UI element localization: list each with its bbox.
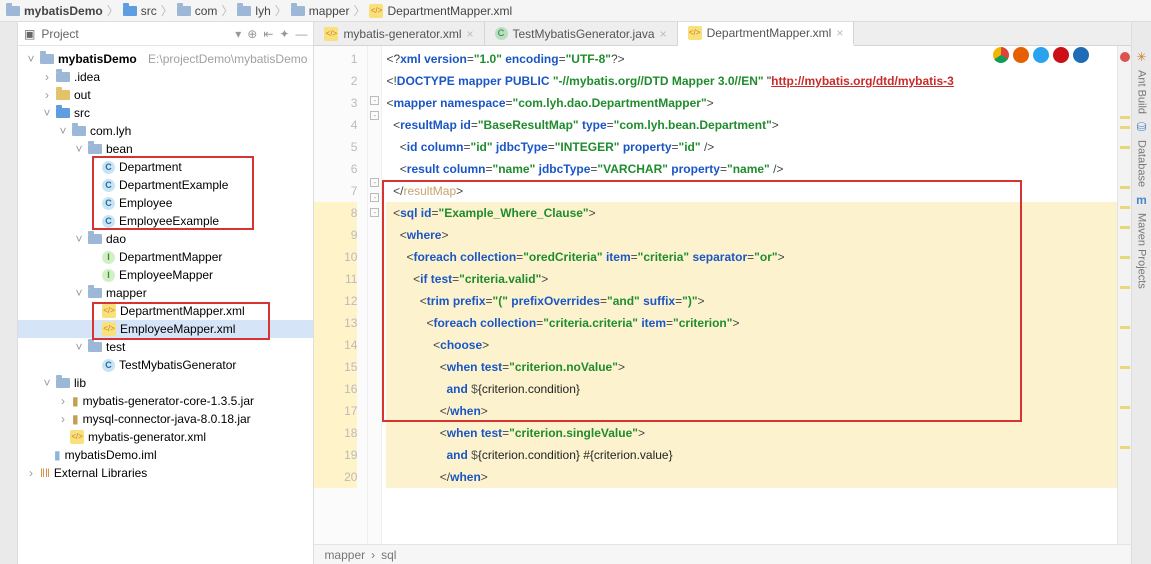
hide-icon[interactable]: — bbox=[295, 27, 307, 41]
editor-tab[interactable]: DepartmentMapper.xml× bbox=[678, 22, 855, 46]
firefox-icon[interactable] bbox=[1013, 47, 1029, 63]
tree-interface[interactable]: IEmployeeMapper bbox=[18, 266, 313, 284]
chevron-right-icon: 〉 bbox=[221, 2, 233, 19]
safari-icon[interactable] bbox=[1033, 47, 1049, 63]
collapse-icon[interactable]: ⇤ bbox=[263, 27, 273, 41]
code-editor[interactable]: 1234567 891011121314151617181920 - - - -… bbox=[314, 46, 1131, 544]
left-toolstrip[interactable] bbox=[0, 22, 18, 564]
panel-dropdown-icon[interactable]: ▾ bbox=[235, 27, 241, 41]
java-icon: C bbox=[495, 27, 508, 40]
project-panel: ▣ Project ▾ ⊕ ⇤ ✦ — ˅mybatisDemo E:\proj… bbox=[18, 22, 314, 564]
close-icon[interactable]: × bbox=[836, 26, 843, 40]
chevron-right-icon: 〉 bbox=[353, 2, 365, 19]
project-panel-header: ▣ Project ▾ ⊕ ⇤ ✦ — bbox=[18, 22, 313, 46]
browser-icons bbox=[993, 47, 1089, 63]
tree-file-xml[interactable]: mybatis-generator.xml bbox=[18, 428, 313, 446]
chevron-right-icon: 〉 bbox=[107, 2, 119, 19]
annotation-box bbox=[92, 302, 270, 340]
tree-folder-lib[interactable]: ˅lib bbox=[18, 374, 313, 392]
tree-root[interactable]: ˅mybatisDemo E:\projectDemo\mybatisDemo bbox=[18, 50, 313, 68]
locate-icon[interactable]: ⊕ bbox=[247, 27, 257, 41]
right-tool-maven[interactable]: Maven Projects bbox=[1134, 211, 1150, 291]
editor-tabs: mybatis-generator.xml× CTestMybatisGener… bbox=[314, 22, 1131, 46]
tree-external-libs[interactable]: ›‖‖External Libraries bbox=[18, 464, 313, 482]
breadcrumb-item[interactable]: DepartmentMapper.xml bbox=[369, 4, 512, 18]
chevron-right-icon: 〉 bbox=[275, 2, 287, 19]
breadcrumb-item[interactable]: lyh bbox=[237, 4, 270, 18]
close-icon[interactable]: × bbox=[660, 27, 667, 41]
ant-icon[interactable]: ✳ bbox=[1136, 50, 1146, 64]
right-tool-db[interactable]: Database bbox=[1134, 138, 1150, 189]
tree-file-iml[interactable]: ▮mybatisDemo.iml bbox=[18, 446, 313, 464]
fold-icon[interactable]: - bbox=[370, 111, 379, 120]
warning-icon[interactable] bbox=[1120, 52, 1130, 62]
tree-interface[interactable]: IDepartmentMapper bbox=[18, 248, 313, 266]
fold-icon[interactable]: - bbox=[370, 193, 379, 202]
tree-folder-comlyh[interactable]: ˅com.lyh bbox=[18, 122, 313, 140]
breadcrumb-item[interactable]: src bbox=[123, 4, 157, 18]
fold-icon[interactable]: - bbox=[370, 178, 379, 187]
tree-folder-mapper[interactable]: ˅mapper bbox=[18, 284, 313, 302]
tree-folder-src[interactable]: ˅src bbox=[18, 104, 313, 122]
tree-folder-dao[interactable]: ˅dao bbox=[18, 230, 313, 248]
breadcrumb-item[interactable]: mapper bbox=[291, 4, 350, 18]
editor-breadcrumb[interactable]: mapper › sql bbox=[314, 544, 1131, 564]
tree-jar[interactable]: ›▮mybatis-generator-core-1.3.5.jar bbox=[18, 392, 313, 410]
editor-tab[interactable]: CTestMybatisGenerator.java× bbox=[485, 22, 678, 45]
xml-icon bbox=[324, 27, 338, 41]
close-icon[interactable]: × bbox=[466, 27, 473, 41]
right-tool-strip: ✳ Ant Build ⛁ Database m Maven Projects bbox=[1131, 22, 1151, 564]
code-area[interactable]: <?xml version="1.0" encoding="UTF-8"?> <… bbox=[382, 46, 1117, 544]
project-panel-title: Project bbox=[41, 27, 229, 41]
error-stripe[interactable] bbox=[1117, 46, 1131, 544]
right-tool-ant[interactable]: Ant Build bbox=[1134, 68, 1150, 116]
annotation-box bbox=[382, 180, 1022, 422]
annotation-box bbox=[92, 156, 254, 230]
tree-folder-test[interactable]: ˅test bbox=[18, 338, 313, 356]
ie-icon[interactable] bbox=[1073, 47, 1089, 63]
fold-icon[interactable]: - bbox=[370, 208, 379, 217]
tree-class[interactable]: CTestMybatisGenerator bbox=[18, 356, 313, 374]
tree-jar[interactable]: ›▮mysql-connector-java-8.0.18.jar bbox=[18, 410, 313, 428]
breadcrumb-item[interactable]: com bbox=[177, 4, 218, 18]
chrome-icon[interactable] bbox=[993, 47, 1009, 63]
fold-icon[interactable]: - bbox=[370, 96, 379, 105]
editor-tab[interactable]: mybatis-generator.xml× bbox=[314, 22, 484, 45]
maven-icon[interactable]: m bbox=[1136, 193, 1147, 207]
tree-folder-out[interactable]: ›out bbox=[18, 86, 313, 104]
crumb-item[interactable]: sql bbox=[381, 548, 396, 562]
fold-gutter[interactable]: - - - - - bbox=[368, 46, 382, 544]
database-icon[interactable]: ⛁ bbox=[1136, 120, 1146, 134]
chevron-right-icon: 〉 bbox=[161, 2, 173, 19]
breadcrumb-item[interactable]: mybatisDemo bbox=[6, 4, 103, 18]
opera-icon[interactable] bbox=[1053, 47, 1069, 63]
gear-icon[interactable]: ✦ bbox=[279, 27, 289, 41]
xml-icon bbox=[688, 26, 702, 40]
project-tree[interactable]: ˅mybatisDemo E:\projectDemo\mybatisDemo … bbox=[18, 46, 313, 564]
line-gutter: 1234567 891011121314151617181920 bbox=[314, 46, 368, 544]
project-icon: ▣ bbox=[24, 27, 35, 41]
chevron-right-icon: › bbox=[371, 548, 375, 562]
tree-folder-idea[interactable]: ›.idea bbox=[18, 68, 313, 86]
crumb-item[interactable]: mapper bbox=[324, 548, 365, 562]
breadcrumb-bar: mybatisDemo 〉 src 〉 com 〉 lyh 〉 mapper 〉… bbox=[0, 0, 1151, 22]
